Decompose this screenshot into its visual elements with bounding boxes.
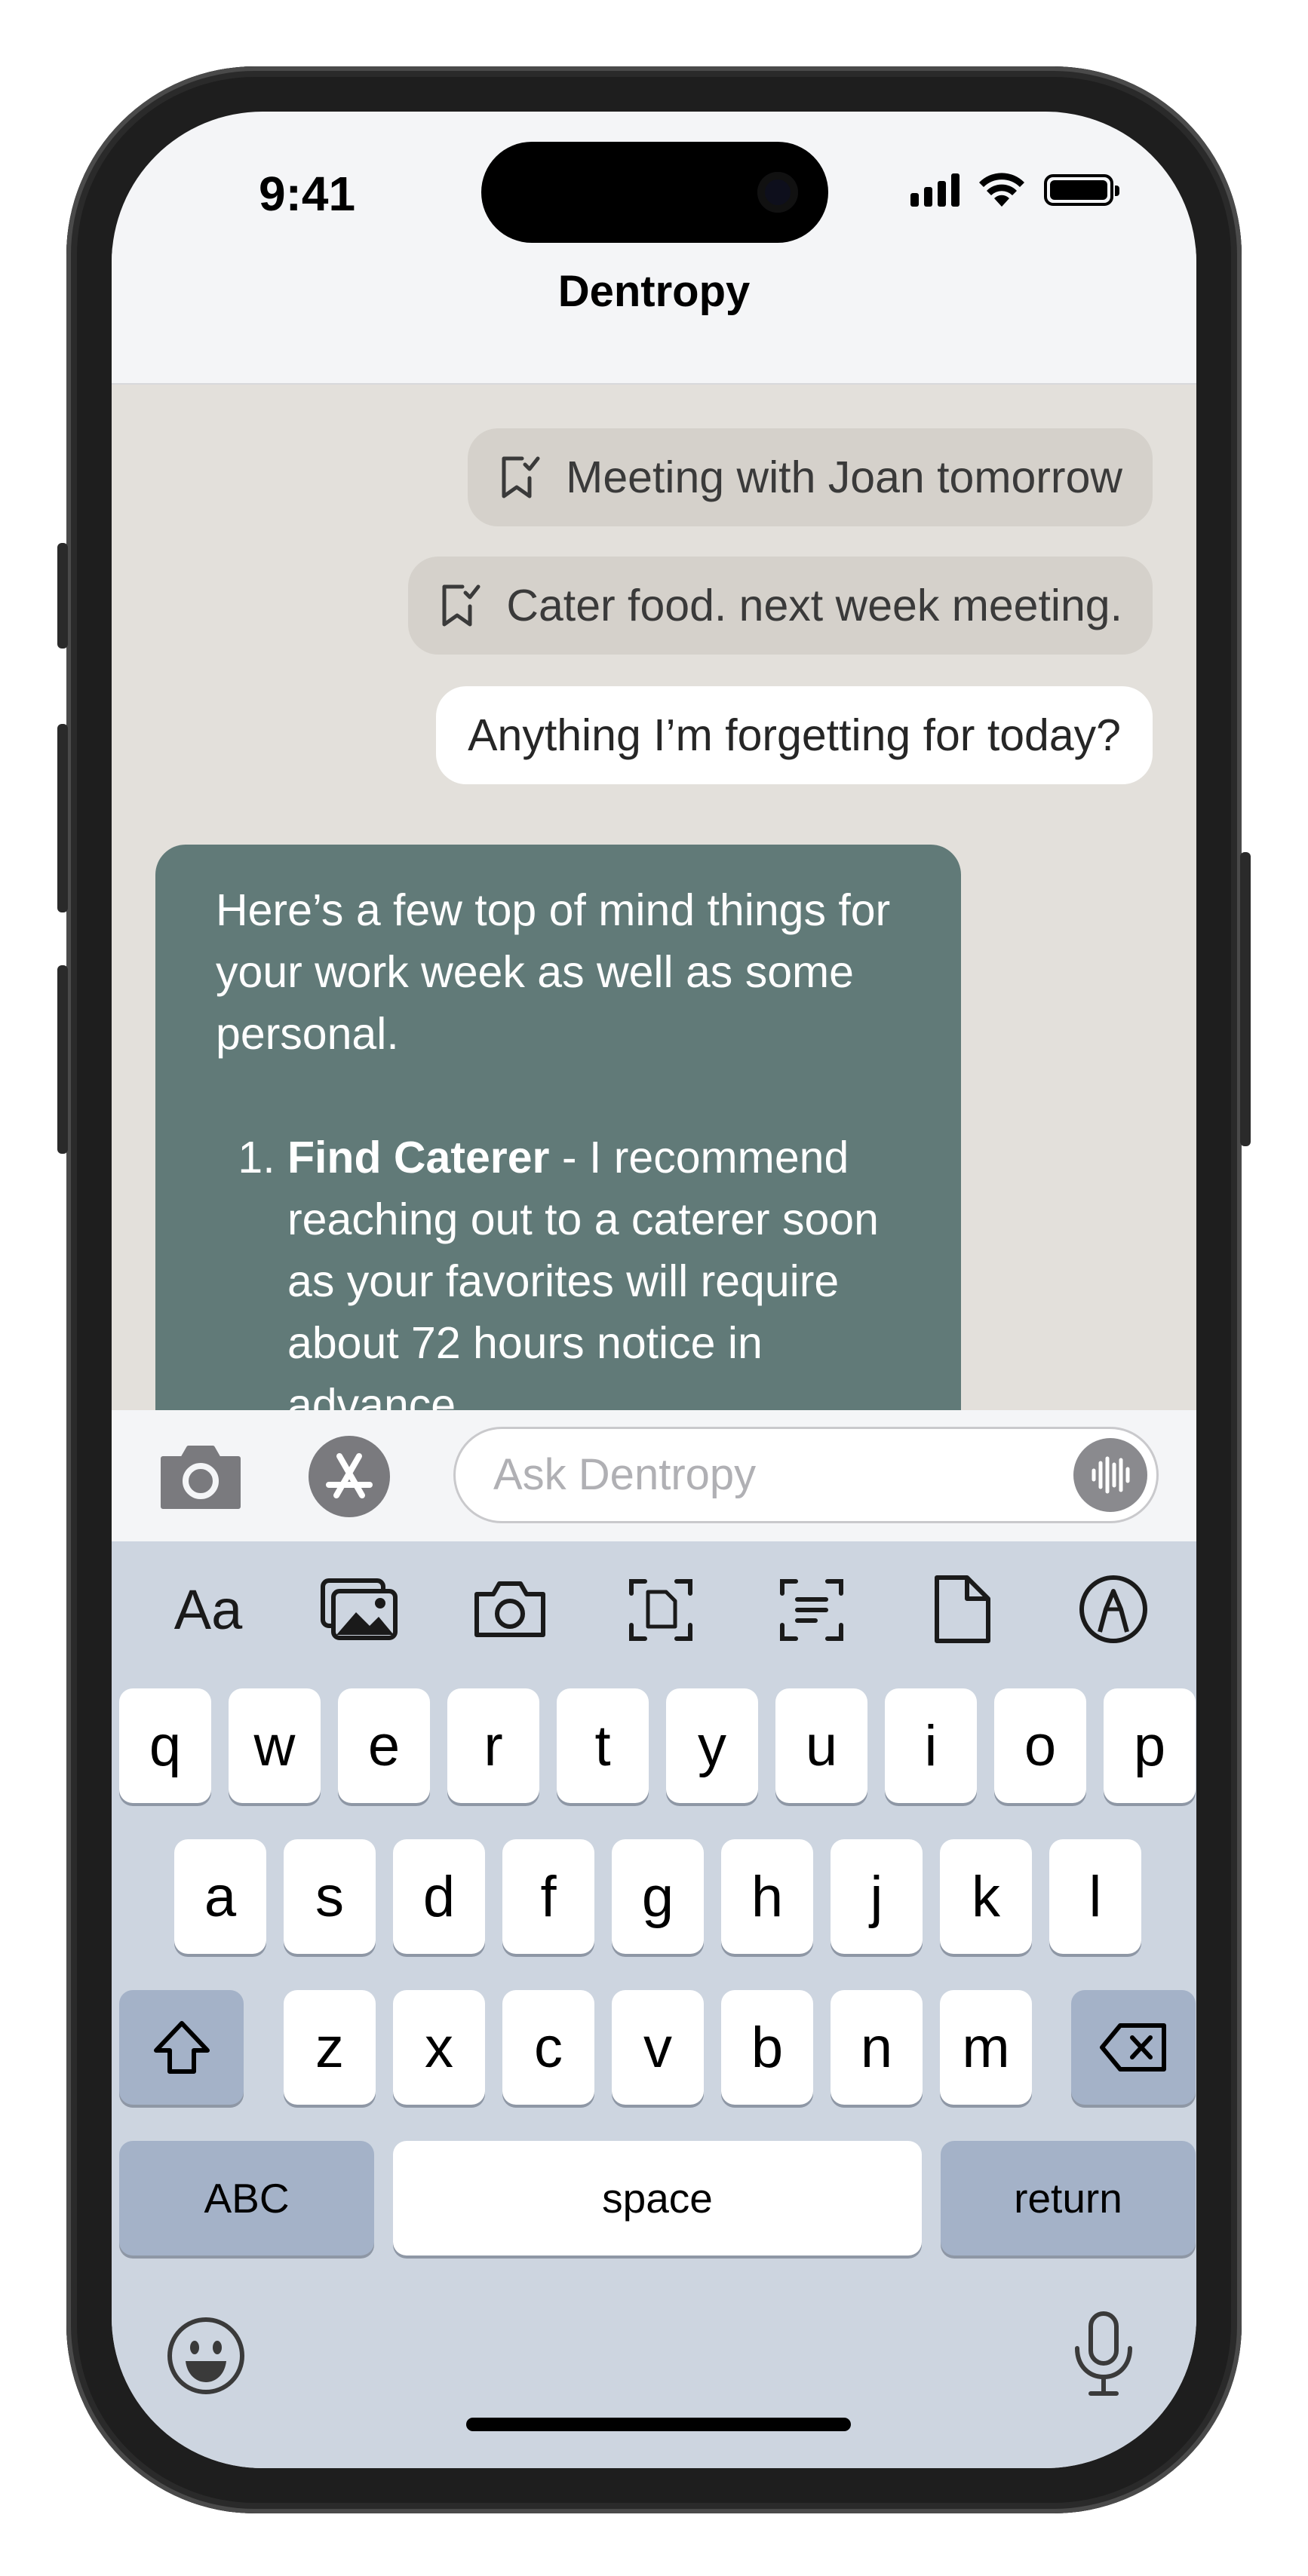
- front-camera: [757, 172, 798, 213]
- user-message-text: Anything I’m forgetting for today?: [468, 710, 1121, 760]
- status-time: 9:41: [259, 167, 356, 221]
- reminder-text: Cater food. next week meeting.: [506, 581, 1122, 630]
- bookmark-check-icon: [437, 582, 484, 629]
- scan-document-icon[interactable]: [616, 1564, 706, 1654]
- key-i[interactable]: i: [885, 1688, 977, 1803]
- volume-up-button: [57, 724, 68, 912]
- key-d[interactable]: d: [393, 1839, 485, 1954]
- delete-key[interactable]: [1071, 1990, 1196, 2105]
- key-v[interactable]: v: [612, 1990, 704, 2105]
- action-button: [57, 543, 68, 649]
- text-format-label: Aa: [173, 1578, 243, 1641]
- shift-icon: [153, 2021, 210, 2074]
- ask-input[interactable]: Ask Dentropy: [453, 1427, 1159, 1523]
- assistant-reply-bubble[interactable]: Here’s a few top of mind things for your…: [155, 845, 961, 1410]
- screen: 9:41 Dentropy Meeting with Joan tomorrow: [112, 112, 1196, 2468]
- key-r[interactable]: r: [447, 1688, 539, 1803]
- emoji-icon[interactable]: [164, 2314, 247, 2397]
- text-format-button[interactable]: Aa: [163, 1564, 253, 1654]
- reminder-bubble[interactable]: Cater food. next week meeting.: [408, 557, 1153, 655]
- keyboard: Aa q w e r t y u i o p a s d f g h j k l…: [112, 1541, 1196, 2468]
- dynamic-island: [481, 142, 828, 243]
- ask-input-placeholder: Ask Dentropy: [493, 1450, 757, 1499]
- delete-icon: [1099, 2023, 1166, 2072]
- key-j[interactable]: j: [831, 1839, 923, 1954]
- keyboard-toolbar: Aa: [112, 1564, 1196, 1654]
- key-n[interactable]: n: [831, 1990, 923, 2105]
- reminder-bubble[interactable]: Meeting with Joan tomorrow: [468, 428, 1153, 526]
- key-x[interactable]: x: [393, 1990, 485, 2105]
- reply-list-item: Find Caterer - I recommend reaching out …: [287, 1127, 901, 1410]
- space-key[interactable]: space: [393, 2141, 922, 2256]
- key-u[interactable]: u: [775, 1688, 867, 1803]
- home-indicator[interactable]: [466, 2418, 851, 2431]
- document-icon[interactable]: [917, 1564, 1008, 1654]
- key-f[interactable]: f: [502, 1839, 594, 1954]
- key-l[interactable]: l: [1049, 1839, 1141, 1954]
- key-p[interactable]: p: [1104, 1688, 1196, 1803]
- composer-bar: Ask Dentropy: [112, 1410, 1196, 1541]
- reminder-text: Meeting with Joan tomorrow: [566, 452, 1122, 502]
- key-h[interactable]: h: [721, 1839, 813, 1954]
- key-b[interactable]: b: [721, 1990, 813, 2105]
- reply-item-title: Find Caterer: [287, 1133, 550, 1182]
- wifi-icon: [979, 173, 1024, 207]
- key-q[interactable]: q: [119, 1688, 211, 1803]
- key-t[interactable]: t: [557, 1688, 649, 1803]
- key-m[interactable]: m: [940, 1990, 1032, 2105]
- camera-icon[interactable]: [155, 1439, 246, 1514]
- bookmark-check-icon: [496, 454, 543, 501]
- key-a[interactable]: a: [174, 1839, 266, 1954]
- key-k[interactable]: k: [940, 1839, 1032, 1954]
- return-key[interactable]: return: [941, 2141, 1196, 2256]
- markup-pen-icon[interactable]: [1068, 1564, 1159, 1654]
- key-y[interactable]: y: [666, 1688, 758, 1803]
- cellular-signal-icon: [910, 173, 960, 207]
- user-message-bubble[interactable]: Anything I’m forgetting for today?: [436, 686, 1153, 784]
- key-s[interactable]: s: [284, 1839, 376, 1954]
- abc-key[interactable]: ABC: [119, 2141, 374, 2256]
- key-z[interactable]: z: [284, 1990, 376, 2105]
- reply-intro: Here’s a few top of mind things for your…: [216, 885, 891, 1059]
- waveform-icon[interactable]: [1073, 1438, 1147, 1512]
- key-c[interactable]: c: [502, 1990, 594, 2105]
- volume-down-button: [57, 965, 68, 1154]
- key-w[interactable]: w: [229, 1688, 321, 1803]
- chat-thread[interactable]: Meeting with Joan tomorrow Cater food. n…: [112, 385, 1196, 1410]
- photos-icon[interactable]: [314, 1564, 404, 1654]
- microphone-icon[interactable]: [1062, 2309, 1145, 2400]
- status-icons: [910, 172, 1119, 208]
- key-o[interactable]: o: [994, 1688, 1086, 1803]
- scan-text-icon[interactable]: [766, 1564, 857, 1654]
- page-title: Dentropy: [557, 267, 751, 316]
- reply-list: Find Caterer - I recommend reaching out …: [216, 1127, 901, 1410]
- app-store-icon[interactable]: [304, 1436, 395, 1517]
- shift-key[interactable]: [119, 1990, 244, 2105]
- power-button: [1240, 852, 1251, 1146]
- status-bar: 9:41: [112, 112, 1196, 247]
- key-e[interactable]: e: [338, 1688, 430, 1803]
- key-g[interactable]: g: [612, 1839, 704, 1954]
- camera-icon[interactable]: [465, 1564, 555, 1654]
- battery-icon: [1044, 174, 1119, 206]
